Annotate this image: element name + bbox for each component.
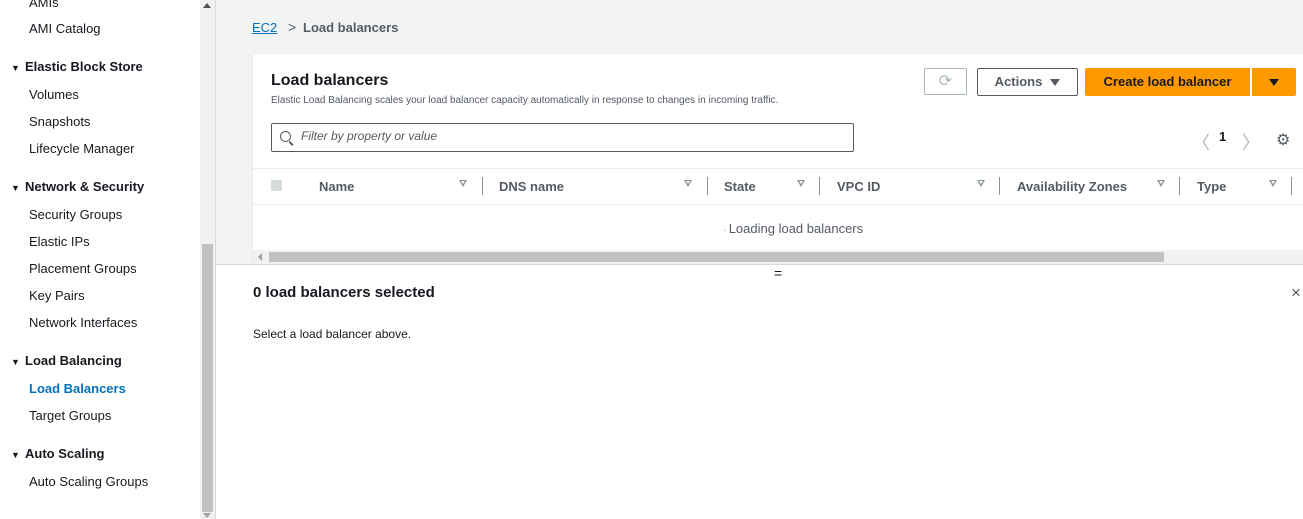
select-all-checkbox[interactable]: [271, 180, 282, 191]
search-icon: [280, 131, 291, 142]
filter-input[interactable]: [301, 129, 841, 143]
caret-down-icon: ▼: [11, 183, 20, 193]
pagination-prev-icon[interactable]: 〈: [1192, 129, 1210, 155]
actions-dropdown-button[interactable]: Actions: [977, 68, 1078, 96]
sort-icon[interactable]: [459, 180, 467, 187]
gear-icon[interactable]: ⚙: [1276, 130, 1290, 150]
chevron-right-icon: >: [288, 19, 297, 35]
caret-down-icon: ▼: [11, 357, 20, 367]
sidebar-item-security-groups[interactable]: Security Groups: [29, 207, 122, 222]
filter-box[interactable]: [271, 123, 854, 152]
caret-down-icon: ▼: [11, 63, 20, 73]
split-panel-resize-handle[interactable]: =: [774, 265, 782, 281]
sort-icon[interactable]: [977, 180, 985, 187]
sidebar-item-elastic-ips[interactable]: Elastic IPs: [29, 234, 90, 249]
selection-message: Select a load balancer above.: [253, 327, 412, 341]
caret-down-icon: ▼: [11, 450, 20, 460]
sort-icon[interactable]: [1157, 180, 1165, 187]
sidebar-nav: AMIs AMI Catalog ▼ Elastic Block Store Vo…: [0, 0, 200, 519]
column-resizer[interactable]: [819, 177, 820, 195]
split-panel-details: 0 load balancers selected × Select a loa…: [216, 265, 1303, 519]
close-icon[interactable]: ×: [1291, 283, 1301, 303]
scroll-up-arrow-icon[interactable]: [203, 3, 211, 8]
sidebar-section-auto-scaling[interactable]: ▼ Auto Scaling: [11, 446, 104, 461]
table-horizontal-scrollbar[interactable]: [253, 250, 1303, 264]
column-header-name[interactable]: Name: [319, 179, 354, 194]
sidebar-item-key-pairs[interactable]: Key Pairs: [29, 288, 85, 303]
loading-status: ◦ Loading load balancers: [723, 221, 864, 236]
sidebar-section-network-security[interactable]: ▼ Network & Security: [11, 179, 144, 194]
sidebar-item-auto-scaling-groups[interactable]: Auto Scaling Groups: [29, 474, 148, 489]
sidebar-item-snapshots[interactable]: Snapshots: [29, 114, 90, 129]
load-balancers-panel: Load balancers Elastic Load Balancing sc…: [252, 53, 1303, 265]
sort-icon[interactable]: [797, 180, 805, 187]
page-description: Elastic Load Balancing scales your load …: [271, 95, 779, 106]
column-resizer[interactable]: [707, 177, 708, 195]
pagination-page-number[interactable]: 1: [1219, 129, 1226, 144]
scroll-down-arrow-icon[interactable]: [203, 513, 211, 518]
column-header-availability-zones[interactable]: Availability Zones: [1017, 179, 1127, 194]
column-resizer[interactable]: [1179, 177, 1180, 195]
sidebar-item-target-groups[interactable]: Target Groups: [29, 408, 111, 423]
column-header-vpc-id[interactable]: VPC ID: [837, 179, 880, 194]
sidebar-item-volumes[interactable]: Volumes: [29, 87, 79, 102]
create-load-balancer-button[interactable]: Create load balancer: [1085, 68, 1250, 96]
refresh-button[interactable]: ⟳: [924, 68, 967, 95]
sidebar-item-ami-catalog[interactable]: AMI Catalog: [29, 21, 101, 36]
caret-down-icon: [1269, 79, 1279, 86]
column-resizer[interactable]: [482, 177, 483, 195]
sidebar-item-placement-groups[interactable]: Placement Groups: [29, 261, 137, 276]
sort-icon[interactable]: [1269, 180, 1277, 187]
sidebar-section-elastic-block-store[interactable]: ▼ Elastic Block Store: [11, 59, 143, 74]
page-title: Load balancers: [271, 72, 389, 89]
table-header: Name DNS name State VPC ID Availability …: [253, 168, 1303, 205]
create-load-balancer-dropdown[interactable]: [1252, 68, 1296, 96]
main-content: EC2 > Load balancers Load balancers Elas…: [216, 0, 1303, 519]
horizontal-scrollbar-thumb[interactable]: [269, 252, 1164, 262]
sidebar-item-lifecycle-manager[interactable]: Lifecycle Manager: [29, 141, 135, 156]
scroll-left-arrow-icon[interactable]: [258, 253, 262, 261]
sidebar-item-network-interfaces[interactable]: Network Interfaces: [29, 315, 137, 330]
column-header-dns-name[interactable]: DNS name: [499, 179, 564, 194]
column-header-state[interactable]: State: [724, 179, 756, 194]
pagination-next-icon[interactable]: 〉: [1242, 129, 1260, 155]
selection-title: 0 load balancers selected: [253, 284, 435, 301]
sidebar-item-amis[interactable]: AMIs: [29, 0, 59, 10]
column-resizer[interactable]: [1291, 177, 1292, 195]
column-resizer[interactable]: [999, 177, 1000, 195]
sidebar-section-load-balancing[interactable]: ▼ Load Balancing: [11, 353, 122, 368]
caret-down-icon: [1050, 79, 1061, 87]
sidebar-item-load-balancers[interactable]: Load Balancers: [29, 381, 126, 396]
sidebar-scrollbar-thumb[interactable]: [202, 244, 213, 512]
sort-icon[interactable]: [684, 180, 692, 187]
breadcrumb-current: Load balancers: [303, 20, 399, 35]
refresh-icon: ⟳: [938, 73, 953, 90]
column-header-type[interactable]: Type: [1197, 179, 1226, 194]
breadcrumb: EC2 > Load balancers: [252, 19, 398, 35]
breadcrumb-ec2-link[interactable]: EC2: [252, 20, 277, 35]
